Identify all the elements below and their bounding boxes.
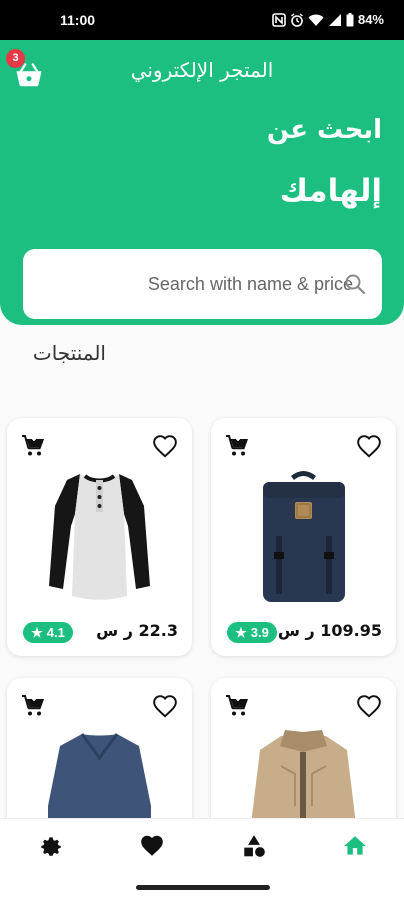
product-image-backpack bbox=[251, 466, 356, 606]
gesture-handle[interactable] bbox=[136, 885, 270, 890]
product-price: 22.3 ر س bbox=[96, 621, 178, 640]
favorite-heart-icon[interactable] bbox=[356, 434, 382, 460]
settings-icon[interactable] bbox=[38, 833, 64, 859]
wifi-icon bbox=[308, 13, 324, 27]
rating-badge: ★ 4.1 bbox=[23, 622, 73, 643]
favorite-heart-icon[interactable] bbox=[152, 434, 178, 460]
heart-icon[interactable] bbox=[139, 833, 165, 859]
product-image-shirt bbox=[47, 466, 152, 606]
home-icon[interactable] bbox=[342, 833, 368, 859]
products-section-title: المنتجات bbox=[32, 341, 106, 365]
search-box[interactable] bbox=[23, 249, 382, 319]
bottom-navigation bbox=[0, 818, 404, 876]
search-input[interactable] bbox=[93, 249, 353, 319]
nfc-icon bbox=[272, 12, 286, 27]
rating-value: 3.9 bbox=[250, 625, 269, 640]
rating-value: 4.1 bbox=[46, 625, 65, 640]
search-icon[interactable] bbox=[344, 273, 366, 295]
status-bar: 11:00 84% bbox=[0, 0, 404, 40]
battery-level: 84% bbox=[357, 12, 384, 27]
headline-line-1: ابحث عن bbox=[266, 115, 382, 145]
status-time: 11:00 bbox=[60, 12, 96, 28]
favorite-heart-icon[interactable] bbox=[152, 694, 178, 720]
product-card[interactable]: 109.95 ر س ★ 3.9 bbox=[211, 418, 396, 656]
product-card[interactable]: 22.3 ر س ★ 4.1 bbox=[7, 418, 192, 656]
star-icon: ★ bbox=[235, 624, 247, 640]
add-to-cart-icon[interactable] bbox=[21, 434, 45, 458]
alarm-icon bbox=[290, 12, 304, 27]
add-to-cart-icon[interactable] bbox=[225, 694, 249, 718]
add-to-cart-icon[interactable] bbox=[225, 434, 249, 458]
favorite-heart-icon[interactable] bbox=[356, 694, 382, 720]
signal-icon bbox=[328, 13, 342, 27]
battery-icon bbox=[346, 12, 354, 27]
gesture-bar bbox=[0, 876, 404, 900]
product-price: 109.95 ر س bbox=[277, 621, 382, 640]
rating-badge: ★ 3.9 bbox=[227, 622, 277, 643]
app-title: المتجر الإلكتروني bbox=[130, 58, 274, 82]
categories-icon[interactable] bbox=[241, 833, 267, 859]
star-icon: ★ bbox=[31, 624, 43, 640]
headline-line-2: إلهامك bbox=[279, 173, 382, 209]
header: 3 المتجر الإلكتروني ابحث عن إلهامك bbox=[0, 40, 404, 325]
app-screen: 11:00 84% 3 المتجر الإلكتروني ابحث عن إل… bbox=[0, 0, 404, 900]
add-to-cart-icon[interactable] bbox=[21, 694, 45, 718]
status-icons: 84% bbox=[272, 12, 384, 27]
